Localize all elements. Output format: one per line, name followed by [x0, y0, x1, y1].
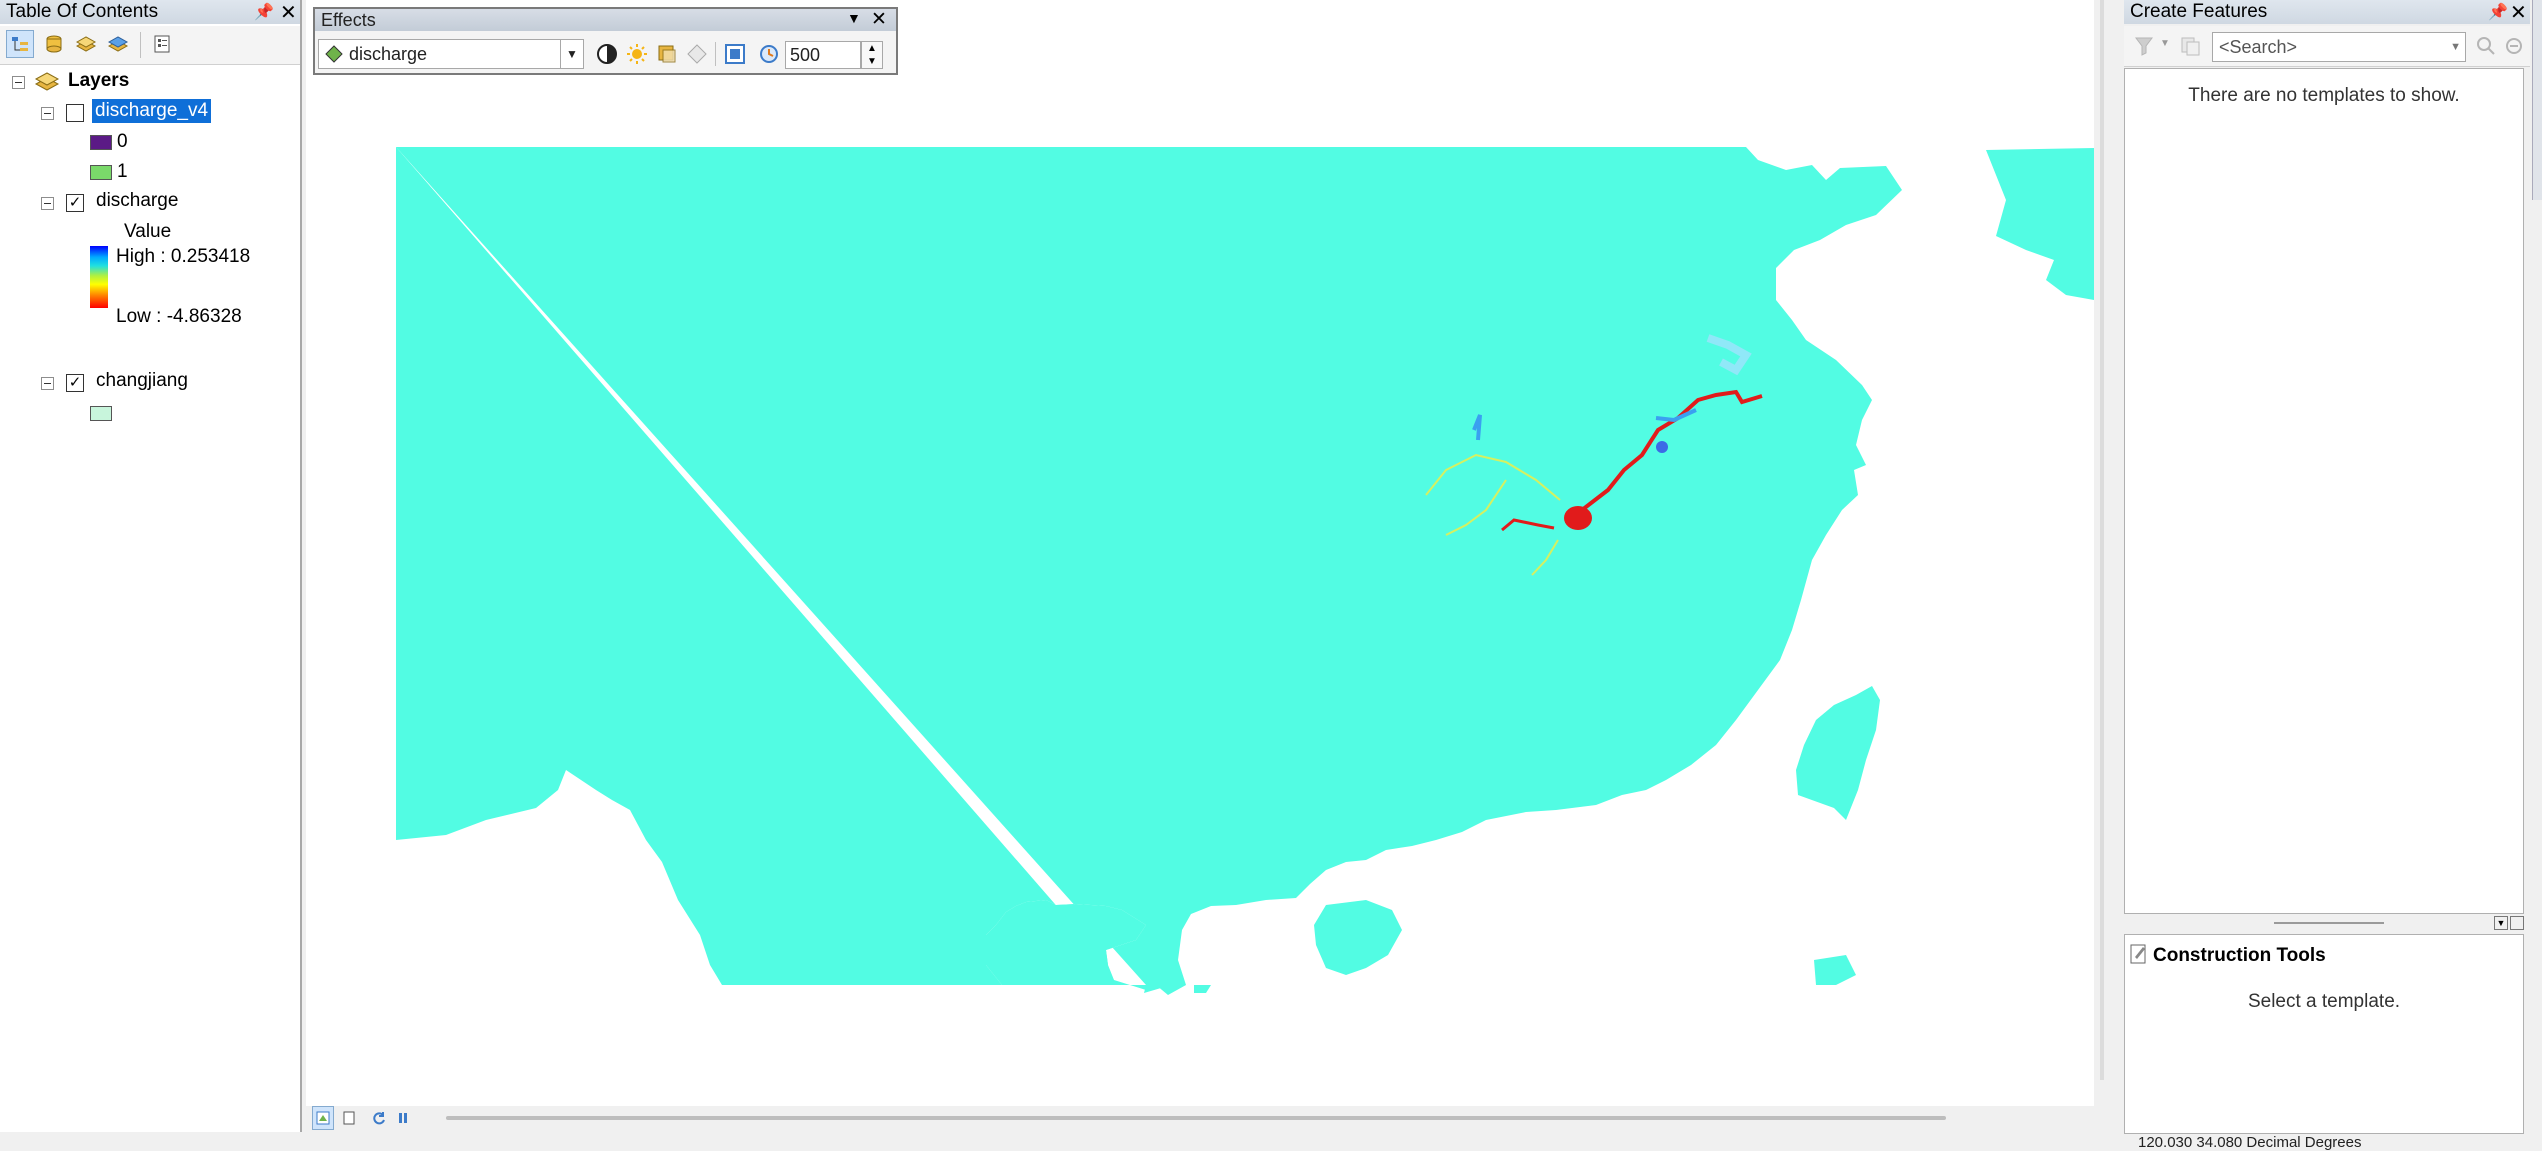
search-placeholder: <Search> [2219, 37, 2298, 57]
organize-templates-button[interactable] [2176, 32, 2204, 60]
map-horizontal-scrollbar[interactable] [446, 1116, 1946, 1120]
effects-layer-select[interactable]: discharge ▼ [318, 39, 584, 69]
map-canvas[interactable] [306, 0, 2094, 1106]
filter-dropdown-chevron[interactable]: ▼ [2160, 38, 2170, 49]
list-by-selection-button[interactable] [104, 30, 132, 58]
discharge-color-ramp [90, 246, 108, 308]
clear-search-icon[interactable] [2500, 32, 2528, 60]
list-by-drawing-order-button[interactable] [6, 30, 34, 58]
layers-root-label: Layers [68, 70, 130, 91]
search-dropdown-chevron[interactable]: ▼ [2450, 33, 2461, 61]
contrast-icon[interactable] [593, 40, 621, 68]
blue-lake-dot [1656, 441, 1668, 453]
pin-icon[interactable]: 📌 [2488, 2, 2508, 22]
changjiang-layer-name[interactable]: changjiang [96, 370, 188, 392]
flicker-rate-icon [755, 40, 783, 68]
template-search-input[interactable]: <Search> ▼ [2212, 32, 2466, 62]
effects-toolbar: Effects ▼ ✕ discharge ▼ 500 ▲ ▼ [313, 7, 898, 75]
table-of-contents-pane: Table Of Contents 📌 ✕ Layers discharge_v… [0, 0, 302, 1132]
options-button[interactable] [148, 30, 176, 58]
map-bottom-bar [306, 1106, 2106, 1132]
templates-list[interactable]: There are no templates to show. [2124, 68, 2524, 914]
effects-layer-select-value: discharge [349, 44, 428, 64]
discharge-v4-layer-name[interactable]: discharge_v4 [92, 99, 212, 123]
legend-label-1: 1 [117, 161, 128, 182]
side-dock-tabs[interactable] [2532, 0, 2542, 200]
toc-toolbar [0, 26, 300, 65]
flicker-rate-input[interactable]: 500 [785, 41, 861, 69]
flicker-icon[interactable] [721, 40, 749, 68]
layers-collapse-toggle[interactable] [12, 76, 25, 89]
swipe-icon[interactable] [683, 40, 711, 68]
select-template-message: Select a template. [2247, 991, 2401, 1012]
changjiang-swatch [90, 406, 112, 421]
discharge-layer-name[interactable]: discharge [96, 190, 178, 212]
list-by-source-button[interactable] [40, 30, 68, 58]
pause-drawing-icon[interactable] [392, 1106, 414, 1130]
discharge-v4-collapse-toggle[interactable] [41, 107, 54, 120]
chevron-down-icon[interactable]: ▼ [560, 40, 583, 68]
flicker-rate-spinner[interactable]: ▲ ▼ [861, 41, 883, 69]
expand-down-icon[interactable]: ▼ [2494, 916, 2508, 930]
toggle-panel-icon[interactable] [2510, 916, 2524, 930]
dongting-lake [1564, 506, 1592, 530]
layer-diamond-icon [325, 43, 343, 63]
effects-separator [715, 42, 716, 66]
splitter-grip [2274, 922, 2384, 924]
korea-fragment [1986, 148, 2094, 300]
construction-tools-panel: Construction Tools Select a template. [2124, 934, 2524, 1134]
map-display[interactable] [306, 0, 2104, 1106]
status-coordinates: 120.030 34.080 Decimal Degrees [2138, 1134, 2362, 1151]
no-templates-message: There are no templates to show. [2188, 85, 2460, 106]
pane-splitter[interactable]: ▼ [2124, 914, 2524, 932]
construction-tools-icon [2129, 943, 2149, 970]
hainan-island [1314, 900, 1402, 975]
create-features-pane: Create Features 📌 ✕ ▼ <Search> ▼ There a… [2124, 0, 2530, 1151]
list-by-visibility-button[interactable] [72, 30, 100, 58]
search-icon[interactable] [2472, 32, 2500, 60]
effects-title: Effects [315, 9, 896, 31]
transparency-icon[interactable] [653, 40, 681, 68]
discharge-collapse-toggle[interactable] [41, 197, 54, 210]
brightness-icon[interactable] [623, 40, 651, 68]
discharge-high-label: High : 0.253418 [116, 246, 251, 267]
effects-close-icon[interactable]: ✕ [871, 8, 887, 31]
toolbar-separator [140, 32, 141, 58]
effects-menu-icon[interactable]: ▼ [847, 10, 861, 26]
data-view-button[interactable] [312, 1106, 334, 1130]
changjiang-collapse-toggle[interactable] [41, 377, 54, 390]
organize-templates-icon[interactable] [2130, 32, 2158, 60]
layers-icon [34, 70, 60, 97]
luzon-fragment [1814, 955, 1856, 985]
legend-label-0: 0 [117, 131, 128, 152]
pin-icon[interactable]: 📌 [254, 2, 274, 22]
discharge-low-label: Low : -4.86328 [116, 306, 242, 327]
refresh-icon[interactable] [368, 1106, 390, 1130]
create-features-toolbar: ▼ <Search> ▼ [2124, 26, 2530, 67]
taiwan-island [1796, 686, 1880, 820]
layout-view-button[interactable] [338, 1106, 360, 1130]
discharge-visibility-checkbox[interactable]: ✓ [66, 194, 84, 212]
create-features-title: Create Features [2124, 0, 2530, 24]
discharge-field-label: Value [124, 221, 172, 242]
legend-swatch-1 [90, 165, 112, 180]
close-icon[interactable]: ✕ [2510, 0, 2527, 25]
legend-swatch-0 [90, 135, 112, 150]
flicker-rate-value: 500 [790, 45, 821, 65]
discharge-v4-visibility-checkbox[interactable] [66, 104, 84, 122]
changjiang-visibility-checkbox[interactable]: ✓ [66, 374, 84, 392]
construction-tools-title: Construction Tools [2153, 945, 2326, 966]
map-vertical-scrollbar[interactable] [2100, 0, 2104, 1080]
close-icon[interactable]: ✕ [280, 0, 297, 25]
